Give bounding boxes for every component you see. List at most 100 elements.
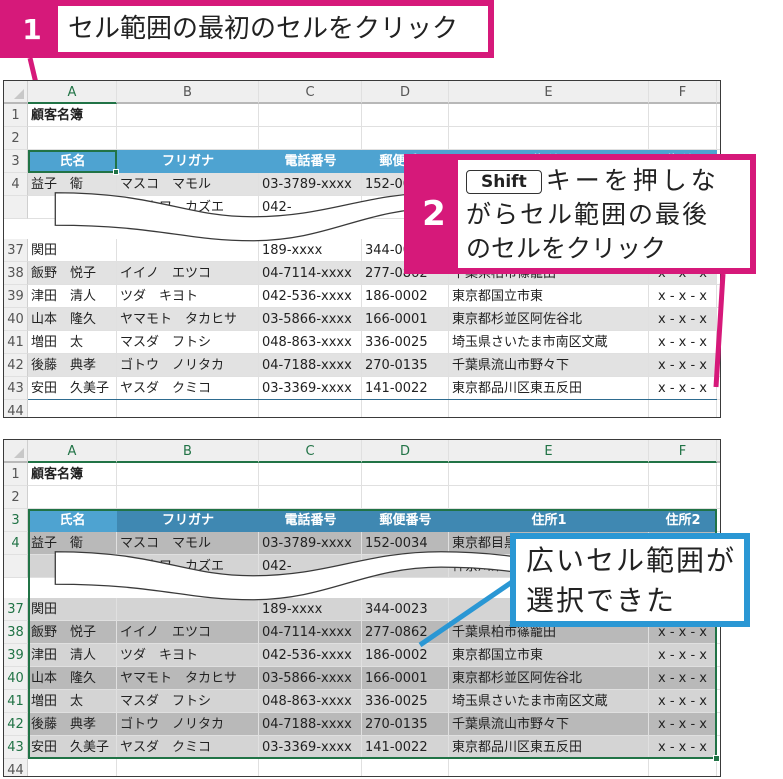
cell-blank[interactable] — [717, 127, 720, 150]
cell-F2[interactable] — [649, 486, 717, 509]
cell-A37[interactable]: 関田 — [28, 239, 117, 262]
cell-blank[interactable] — [717, 104, 720, 127]
cell-blank[interactable] — [717, 509, 720, 532]
cell-B44[interactable] — [117, 400, 259, 417]
cell-B38[interactable]: イイノ エツコ — [117, 262, 259, 285]
cell-F41[interactable]: x - x - x — [649, 331, 717, 354]
cell-B2[interactable] — [117, 127, 259, 150]
cell-B3[interactable]: フリガナ — [117, 150, 259, 173]
row-number[interactable]: 39 — [4, 285, 28, 308]
cell-D42[interactable]: 270-0135 — [362, 354, 449, 377]
cell-F2[interactable] — [649, 127, 717, 150]
cell-B40[interactable]: ヤマモト タカヒサ — [117, 308, 259, 331]
cell-B1[interactable] — [117, 463, 259, 486]
cell-C2[interactable] — [259, 486, 362, 509]
row-number[interactable]: 43 — [4, 736, 28, 759]
cell-A[interactable] — [28, 196, 117, 219]
row-number[interactable]: 41 — [4, 690, 28, 713]
cell-blank[interactable] — [717, 308, 720, 331]
cell-B37[interactable] — [117, 239, 259, 262]
cell-A2[interactable] — [28, 486, 117, 509]
cell-A38[interactable]: 飯野 悦子 — [28, 262, 117, 285]
cell-A43[interactable]: 安田 久美子 — [28, 377, 117, 400]
cell-F43[interactable]: x - x - x — [649, 377, 717, 400]
cell-C44[interactable] — [259, 400, 362, 417]
row-number[interactable]: 41 — [4, 331, 28, 354]
cell-E2[interactable] — [449, 127, 649, 150]
column-header-E[interactable]: E — [449, 440, 649, 463]
cell-blank[interactable] — [717, 644, 720, 667]
cell-blank[interactable] — [717, 713, 720, 736]
row-number[interactable]: 3 — [4, 150, 28, 173]
cell-blank[interactable] — [717, 285, 720, 308]
cell-blank[interactable] — [717, 400, 720, 417]
row-number[interactable]: 43 — [4, 377, 28, 400]
cell-A42[interactable]: 後藤 典孝 — [28, 354, 117, 377]
cell-C42[interactable]: 04-7188-xxxx — [259, 354, 362, 377]
cell-C2[interactable] — [259, 127, 362, 150]
cell-A2[interactable] — [28, 127, 117, 150]
column-header-C[interactable]: C — [259, 81, 362, 104]
cell-F1[interactable] — [649, 104, 717, 127]
row-number[interactable]: 1 — [4, 104, 28, 127]
cell-A4[interactable]: 益子 衛 — [28, 173, 117, 196]
cell-D2[interactable] — [362, 127, 449, 150]
row-number[interactable]: 44 — [4, 400, 28, 417]
cell-D1[interactable] — [362, 104, 449, 127]
cell-blank[interactable] — [717, 463, 720, 486]
row-number[interactable]: 44 — [4, 759, 28, 776]
cell-A41[interactable]: 増田 太 — [28, 331, 117, 354]
column-header-A[interactable]: A — [28, 81, 117, 104]
row-number[interactable]: 4 — [4, 532, 28, 555]
cell-E40[interactable]: 東京都杉並区阿佐谷北 — [449, 308, 649, 331]
cell-E43[interactable]: 東京都品川区東五反田 — [449, 377, 649, 400]
row-number[interactable]: 3 — [4, 509, 28, 532]
column-header-A[interactable]: A — [28, 440, 117, 463]
cell-D44[interactable] — [362, 400, 449, 417]
cell-E2[interactable] — [449, 486, 649, 509]
cell-B43[interactable]: ヤスダ クミコ — [117, 377, 259, 400]
cell-D41[interactable]: 336-0025 — [362, 331, 449, 354]
cell-F44[interactable] — [649, 759, 717, 776]
cell-blank[interactable] — [717, 377, 720, 400]
select-all-button[interactable] — [4, 81, 28, 104]
cell-A44[interactable] — [28, 400, 117, 417]
cell-E39[interactable]: 東京都国立市東 — [449, 285, 649, 308]
cell-E41[interactable]: 埼玉県さいたま市南区文蔵 — [449, 331, 649, 354]
cell-F40[interactable]: x - x - x — [649, 308, 717, 331]
row-number[interactable]: 42 — [4, 713, 28, 736]
cell-D39[interactable]: 186-0002 — [362, 285, 449, 308]
row-number[interactable]: 42 — [4, 354, 28, 377]
cell-C38[interactable]: 04-7114-xxxx — [259, 262, 362, 285]
cell-C37[interactable]: 189-xxxx — [259, 239, 362, 262]
select-all-button[interactable] — [4, 440, 28, 463]
cell-C44[interactable] — [259, 759, 362, 776]
column-header-E[interactable]: E — [449, 81, 649, 104]
cell-B[interactable]: イチカワ カズエ — [117, 196, 259, 219]
column-header-D[interactable]: D — [362, 81, 449, 104]
cell-C40[interactable]: 03-5866-xxxx — [259, 308, 362, 331]
cell-F42[interactable]: x - x - x — [649, 354, 717, 377]
row-number[interactable]: 37 — [4, 239, 28, 262]
row-number[interactable]: 38 — [4, 262, 28, 285]
column-header-F[interactable]: F — [649, 440, 717, 463]
cell-blank[interactable] — [717, 690, 720, 713]
cell-A39[interactable]: 津田 清人 — [28, 285, 117, 308]
cell-F39[interactable]: x - x - x — [649, 285, 717, 308]
cell-C1[interactable] — [259, 104, 362, 127]
row-number[interactable]: 2 — [4, 127, 28, 150]
row-number[interactable]: 39 — [4, 644, 28, 667]
cell-B2[interactable] — [117, 486, 259, 509]
cell-B1[interactable] — [117, 104, 259, 127]
cell-F1[interactable] — [649, 463, 717, 486]
cell-C1[interactable] — [259, 463, 362, 486]
cell-E44[interactable] — [449, 400, 649, 417]
column-header-F[interactable]: F — [649, 81, 717, 104]
cell-D40[interactable]: 166-0001 — [362, 308, 449, 331]
column-header-D[interactable]: D — [362, 440, 449, 463]
cell-B44[interactable] — [117, 759, 259, 776]
fill-handle[interactable] — [113, 169, 119, 175]
row-number[interactable] — [4, 196, 28, 219]
cell-C39[interactable]: 042-536-xxxx — [259, 285, 362, 308]
cell-E42[interactable]: 千葉県流山市野々下 — [449, 354, 649, 377]
